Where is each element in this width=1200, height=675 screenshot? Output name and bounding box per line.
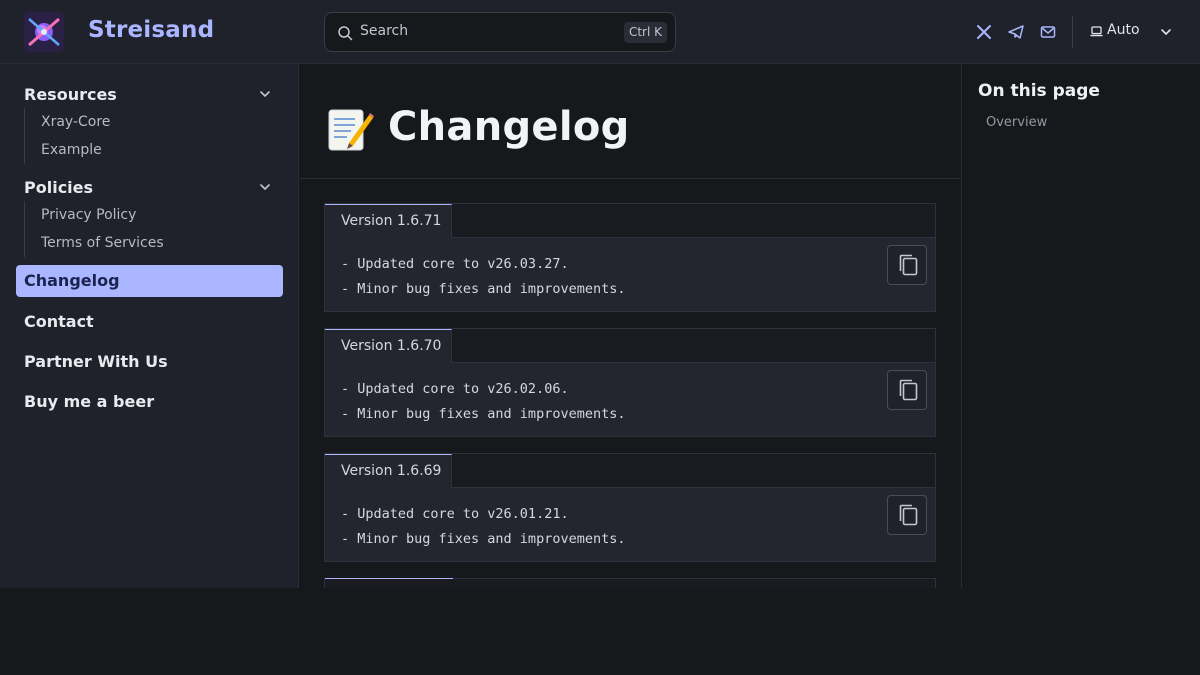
copy-icon [899,254,918,276]
theme-label: Auto [1107,22,1140,38]
code-line: - Updated core to v26.03.27. [341,256,569,272]
version-label: Version 1.6.69 [341,463,442,479]
telegram-icon[interactable] [1007,23,1025,41]
code-tabbar: Version 1.6.71 [325,204,935,238]
code-line: - Minor bug fixes and improvements. [341,531,626,547]
memo-icon [328,109,374,151]
top-header: Streisand Search Ctrl K Auto [0,0,1200,64]
page-header: Changelog [300,64,960,179]
sidebar-item-privacy-policy[interactable]: Privacy Policy [41,207,136,223]
page-bottom [0,588,1200,675]
changelog-entry: Version 1.6.70 - Updated core to v26.02.… [324,328,936,437]
page-title: Changelog [388,104,630,150]
code-block: - Updated core to v26.02.06. - Minor bug… [341,377,625,427]
on-this-page: On this page Overview [961,64,1200,588]
sidebar-sublist-policies: Privacy Policy Terms of Services [24,201,224,257]
tab-indicator [325,578,453,579]
code-block: - Updated core to v26.03.27. - Minor bug… [341,252,625,302]
logo-icon [24,12,64,52]
sidebar-item-example[interactable]: Example [41,142,102,158]
tab-version[interactable]: Version 1.6.71 [325,204,452,238]
sidebar: Resources Xray-Core Example Policies Pri… [0,64,299,588]
sidebar-item-changelog[interactable]: Changelog [16,265,283,297]
code-block: - Updated core to v26.01.21. - Minor bug… [341,502,625,552]
site-title[interactable]: Streisand [88,17,214,43]
copy-icon [899,504,918,526]
aside-title: On this page [978,81,1100,101]
laptop-icon [1090,26,1103,37]
code-line: - Updated core to v26.02.06. [341,381,569,397]
x-icon[interactable] [975,23,993,41]
copy-button[interactable] [887,245,927,285]
sidebar-group-policies[interactable]: Policies [24,178,93,197]
search-shortcut: Ctrl K [623,22,667,43]
sidebar-item-contact[interactable]: Contact [24,312,94,331]
code-tabbar: Version 1.6.69 [325,454,935,488]
sidebar-item-xray-core[interactable]: Xray-Core [41,114,110,130]
sidebar-item-partner[interactable]: Partner With Us [24,352,168,371]
sidebar-group-resources[interactable]: Resources [24,85,117,104]
copy-button[interactable] [887,495,927,535]
sidebar-sublist-resources: Xray-Core Example [24,108,224,164]
changelog-entry-partial [324,578,936,588]
code-line: - Updated core to v26.01.21. [341,506,569,522]
search-icon [338,26,353,41]
tab-version[interactable]: Version 1.6.69 [325,454,452,488]
search-box[interactable]: Search Ctrl K [324,12,676,52]
code-line: - Minor bug fixes and improvements. [341,406,626,422]
copy-button[interactable] [887,370,927,410]
copy-icon [899,379,918,401]
site-logo[interactable] [24,12,64,52]
code-line: - Minor bug fixes and improvements. [341,281,626,297]
version-label: Version 1.6.70 [341,338,442,354]
chevron-down-icon[interactable] [258,180,272,194]
chevron-down-icon[interactable] [1159,25,1173,39]
changelog-entry: Version 1.6.69 - Updated core to v26.01.… [324,453,936,562]
header-divider [1072,16,1073,48]
main-content: Changelog Version 1.6.71 - Updated core … [300,64,960,588]
changelog-entry: Version 1.6.71 - Updated core to v26.03.… [324,203,936,312]
sidebar-item-terms-of-services[interactable]: Terms of Services [41,235,164,251]
search-placeholder: Search [360,23,409,39]
tab-version[interactable]: Version 1.6.70 [325,329,452,363]
sidebar-item-buy-beer[interactable]: Buy me a beer [24,392,154,411]
version-label: Version 1.6.71 [341,213,442,229]
code-tabbar: Version 1.6.70 [325,329,935,363]
mail-icon[interactable] [1039,23,1057,41]
aside-link-overview[interactable]: Overview [986,115,1047,130]
sidebar-item-label: Changelog [24,271,120,290]
chevron-down-icon[interactable] [258,87,272,101]
